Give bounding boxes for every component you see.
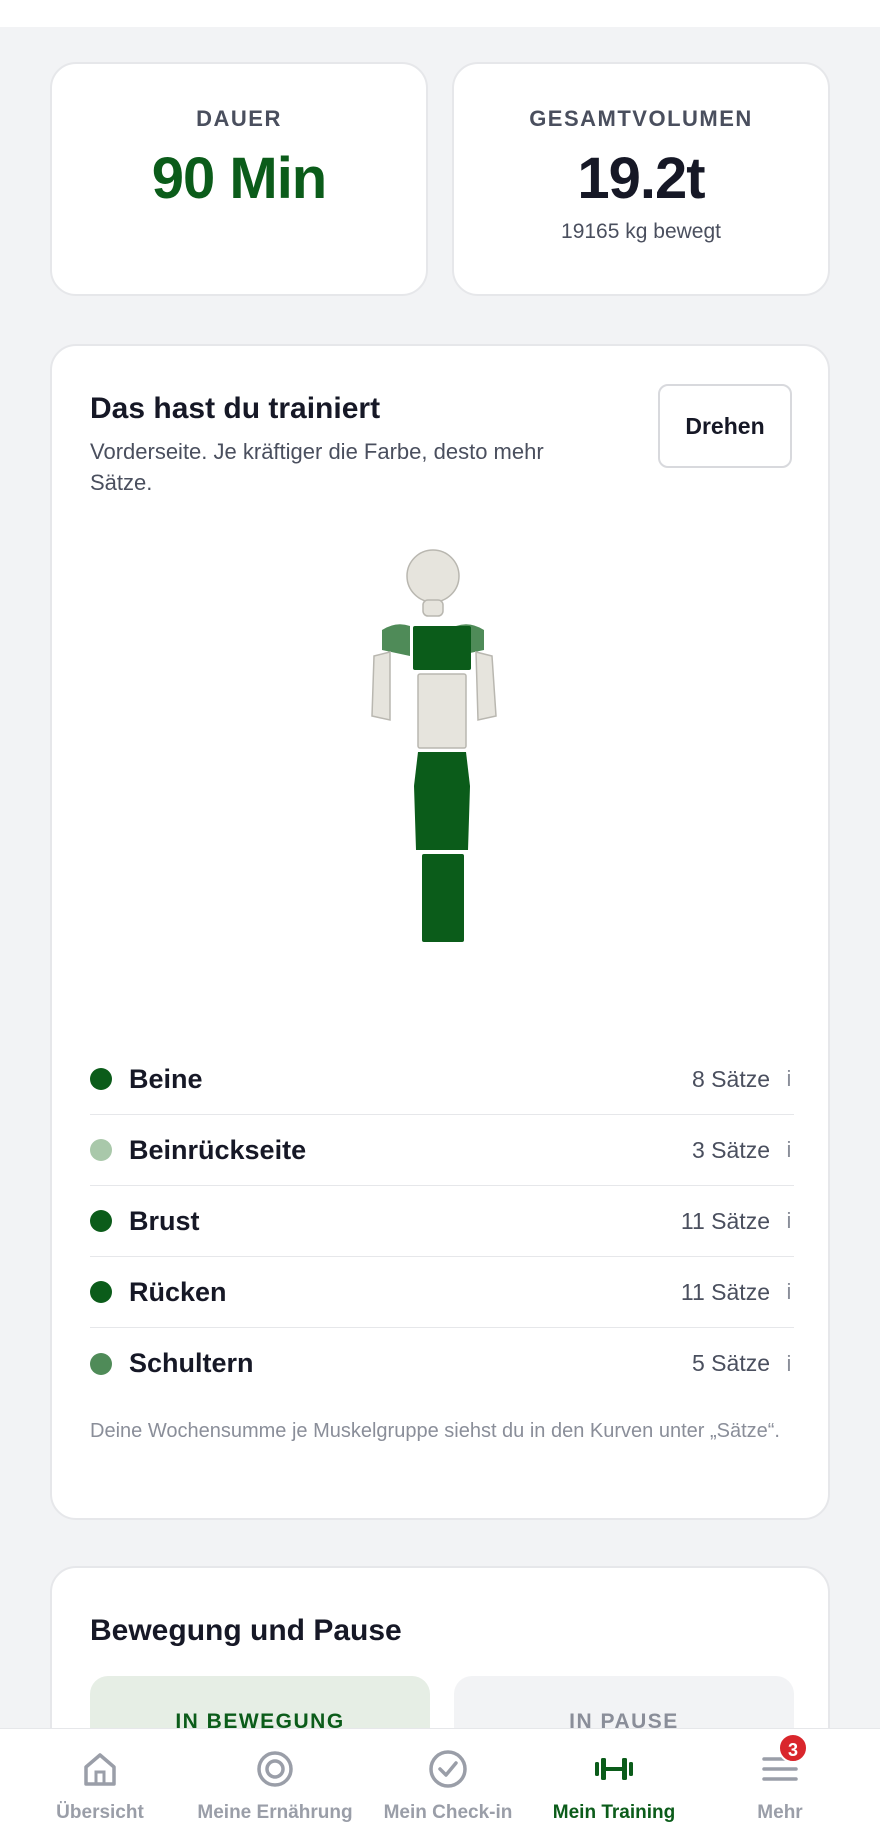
figure-neck bbox=[422, 599, 444, 617]
muscle-group-row[interactable]: Schultern 5 Sätze i bbox=[90, 1328, 794, 1399]
tab-label: Mehr bbox=[757, 1802, 803, 1823]
duration-label: DAUER bbox=[196, 106, 282, 131]
info-icon[interactable]: i bbox=[784, 1208, 794, 1234]
figure-arm-right[interactable] bbox=[475, 651, 497, 721]
tab-label: Mein Training bbox=[552, 1802, 676, 1823]
muscle-group-name: Schultern bbox=[129, 1348, 254, 1378]
muscle-group-sets: 3 Sätze bbox=[692, 1136, 770, 1163]
tab-ernaehrung[interactable]: Meine Ernährung bbox=[170, 1729, 380, 1834]
muscle-group-sets: 11 Sätze bbox=[680, 1207, 770, 1234]
muscle-group-sets: 11 Sätze bbox=[680, 1278, 770, 1305]
info-icon[interactable]: i bbox=[784, 1137, 794, 1163]
target-icon bbox=[257, 1751, 293, 1787]
muscle-footnote: Deine Wochensumme je Muskelgruppe siehst… bbox=[90, 1420, 780, 1442]
volume-value: 19.2t bbox=[577, 146, 705, 211]
muscle-group-row[interactable]: Brust 11 Sätze i bbox=[90, 1186, 794, 1257]
movement-title: Bewegung und Pause bbox=[90, 1614, 402, 1647]
trained-muscles-title: Das hast du trainiert bbox=[90, 392, 381, 425]
figure-chest[interactable] bbox=[413, 626, 471, 670]
muscle-group-sets: 5 Sätze bbox=[692, 1350, 770, 1376]
muscle-group-sets: 8 Sätze bbox=[692, 1065, 770, 1092]
rotate-button[interactable]: Drehen bbox=[658, 384, 792, 468]
info-icon[interactable]: i bbox=[784, 1351, 794, 1377]
muscle-group-dot bbox=[90, 1139, 112, 1161]
muscle-group-name: Rücken bbox=[129, 1276, 227, 1307]
muscle-group-row[interactable]: Rücken 11 Sätze i bbox=[90, 1257, 794, 1328]
muscle-group-dot bbox=[90, 1068, 112, 1090]
figure-thighs[interactable] bbox=[414, 752, 470, 850]
bottom-tab-bar: Übersicht Meine Ernährung Mein Check-in … bbox=[0, 1728, 880, 1834]
check-circle-icon bbox=[429, 1750, 467, 1788]
tab-training[interactable]: Mein Training bbox=[530, 1729, 698, 1834]
muscle-group-dot bbox=[90, 1210, 112, 1232]
notification-badge: 3 bbox=[778, 1733, 808, 1763]
muscle-group-row[interactable]: Beinrückseite 3 Sätze i bbox=[90, 1115, 794, 1186]
figure-abdomen[interactable] bbox=[417, 673, 467, 749]
figure-arm-left[interactable] bbox=[371, 651, 391, 721]
muscle-group-dot bbox=[90, 1352, 112, 1375]
duration-card: DAUER 90 Min bbox=[50, 62, 428, 296]
trained-muscles-card: Das hast du trainiert Vorderseite. Je kr… bbox=[50, 344, 830, 1520]
trained-muscles-description: Vorderseite. Je kräftiger die Farbe, des… bbox=[90, 439, 544, 495]
figure-head bbox=[406, 549, 460, 603]
tab-mehr[interactable]: 3 Mehr bbox=[720, 1729, 840, 1834]
muscle-group-row[interactable]: Beine 8 Sätze i bbox=[90, 1044, 794, 1115]
figure-shoulder-left[interactable] bbox=[382, 624, 410, 656]
tab-checkin[interactable]: Mein Check-in bbox=[360, 1729, 536, 1834]
muscle-group-list: Beine 8 Sätze i Beinrückseite 3 Sätze i Brust 1… bbox=[90, 1044, 794, 1399]
figure-calves[interactable] bbox=[422, 854, 464, 942]
home-icon bbox=[84, 1753, 116, 1786]
volume-label: GESAMTVOLUMEN bbox=[529, 106, 753, 131]
tab-label: Mein Check-in bbox=[383, 1802, 513, 1823]
volume-subtext: 19165 kg bewegt bbox=[561, 220, 721, 243]
duration-value: 90 Min bbox=[151, 146, 328, 211]
volume-card: GESAMTVOLUMEN 19.2t 19165 kg bewegt bbox=[452, 62, 830, 296]
muscle-group-dot bbox=[90, 1281, 112, 1303]
status-bar-area bbox=[0, 0, 880, 27]
muscle-group-name: Brust bbox=[129, 1205, 200, 1236]
body-figure bbox=[371, 549, 497, 942]
tab-label: Meine Ernährung bbox=[197, 1802, 353, 1823]
info-icon[interactable]: i bbox=[784, 1066, 794, 1092]
muscle-group-name: Beine bbox=[129, 1063, 203, 1094]
info-icon[interactable]: i bbox=[784, 1279, 794, 1305]
muscle-group-name: Beinrückseite bbox=[129, 1134, 307, 1165]
dumbbell-icon bbox=[595, 1758, 633, 1780]
